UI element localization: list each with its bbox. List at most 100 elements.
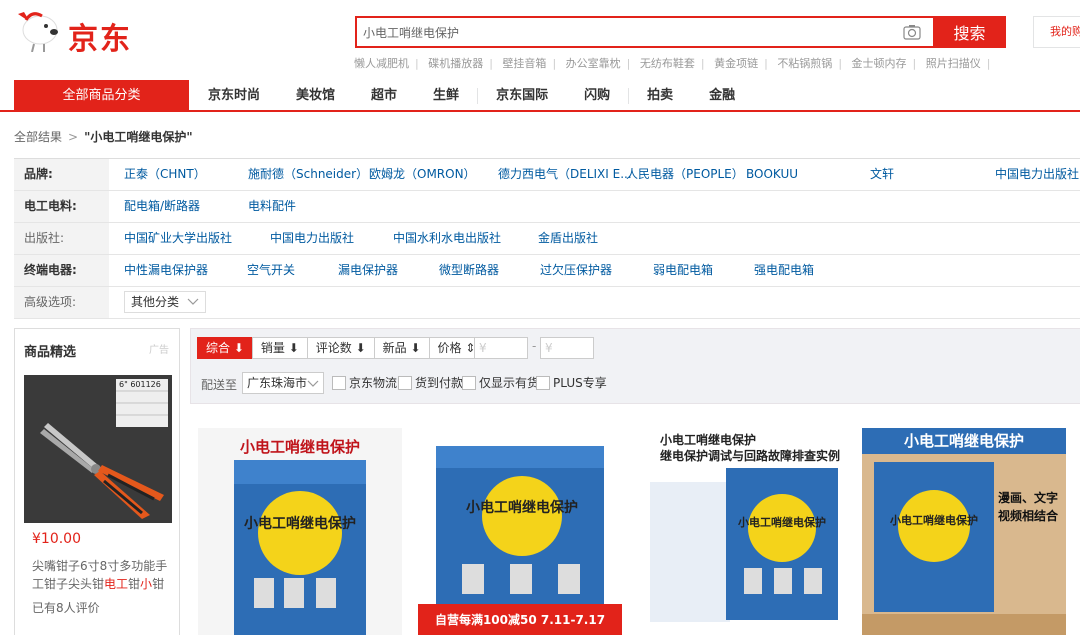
hotword[interactable]: 照片扫描仪 [926, 57, 981, 70]
hotword[interactable]: 黄金项链 [714, 57, 758, 70]
nav-items: 京东时尚 美妆馆 超市 生鲜 京东国际 闪购 拍卖 金融 [190, 80, 753, 112]
search-button[interactable]: 搜索 [933, 16, 1006, 48]
breadcrumb: 全部结果 > "小电工哨继电保护" [14, 128, 193, 145]
filter-label: 电工电料: [14, 191, 109, 222]
nav-item-flash-sale[interactable]: 闪购 [566, 88, 630, 104]
pliers-image: 6" 601126 [24, 375, 172, 523]
filter-option[interactable]: 中国水利水电出版社 [393, 223, 501, 254]
hotword[interactable]: 无纺布鞋套 [640, 57, 695, 70]
camera-icon[interactable] [903, 24, 921, 40]
hotword[interactable]: 懒人减肥机 [354, 57, 409, 70]
checkbox-label: 京东物流 [349, 376, 398, 390]
header: 京东 搜索 我的购物车 懒人减肥机 | 碟机播放器 | 壁挂音箱 | 办公室靠枕 | 无… [0, 0, 1080, 80]
jd-logistics-checkbox[interactable]: 京东物流 [332, 374, 397, 391]
checkbox-label: 仅显示有货 [479, 376, 540, 390]
nav-item-international[interactable]: 京东国际 [478, 80, 566, 112]
filter-option[interactable]: 过欠压保护器 [540, 255, 612, 286]
price-min-input[interactable]: ¥ [474, 337, 528, 359]
ad-image-caption: 6" 601126 [119, 380, 161, 389]
sort-buttons: 综合 ⬇ 销量 ⬇ 评论数 ⬇ 新品 ⬇ 价格 ⇕ [197, 337, 485, 359]
hotword[interactable]: 不粘锅煎锅 [777, 57, 832, 70]
filter-option[interactable]: 欧姆龙（OMRON） [369, 159, 476, 190]
filter-option[interactable]: 施耐德（Schneider） [248, 159, 368, 190]
filter-option[interactable]: BOOKUU [746, 159, 798, 190]
hotword-separator: | [415, 57, 419, 70]
filter-option[interactable]: 强电配电箱 [754, 255, 814, 286]
checkbox-label: PLUS专享 [553, 376, 607, 390]
product-card[interactable]: 小电工哨继电保护 小电工哨继电保护 漫画、文字 视频相结合 [862, 428, 1066, 635]
filter-label: 高级选项: [14, 287, 109, 318]
other-category-select[interactable]: 其他分类 [124, 291, 207, 313]
cart-button[interactable]: 我的购物车 [1033, 16, 1080, 48]
ad-price: ¥10.00 [32, 531, 81, 547]
filter-option[interactable]: 中国电力出版社 [270, 223, 354, 254]
featured-ad-panel: 商品精选 广告 6" 601126 ¥10.00 尖嘴钳子6寸8寸多功能手工钳子… [14, 328, 180, 635]
filter-option[interactable]: 电料配件 [248, 191, 296, 222]
sort-reviews-button[interactable]: 评论数 ⬇ [306, 337, 375, 359]
hotword[interactable]: 碟机播放器 [428, 57, 483, 70]
book-cover-title: 小电工哨继电保护 [466, 499, 578, 516]
breadcrumb-query: "小电工哨继电保护" [84, 130, 193, 144]
product-image: 小电工哨继电保护 小电工哨继电保护 漫画、文字 视频相结合 [862, 428, 1066, 635]
filter-option[interactable]: 弱电配电箱 [653, 255, 713, 286]
sort-new-button[interactable]: 新品 ⬇ [373, 337, 430, 359]
filter-option[interactable]: 文轩 [870, 159, 894, 190]
filter-row-terminal: 终端电器: 中性漏电保护器 空气开关 漏电保护器 微型断路器 过欠压保护器 弱电… [14, 255, 1080, 287]
nav-item-beauty[interactable]: 美妆馆 [278, 80, 353, 112]
hotword-separator: | [986, 57, 991, 70]
all-categories-button[interactable]: 全部商品分类 [14, 80, 189, 112]
hotword[interactable]: 金士顿内存 [852, 57, 907, 70]
checkbox-box [536, 375, 550, 390]
hotword-separator: | [838, 57, 843, 70]
filter-option[interactable]: 正泰（CHNT） [124, 159, 206, 190]
search-input[interactable] [363, 18, 893, 46]
filter-label: 终端电器: [14, 255, 109, 286]
nav-item-finance[interactable]: 金融 [691, 80, 753, 112]
product-card[interactable]: 小电工哨继电保护 小电工哨继电保护 [198, 428, 402, 635]
filter-option[interactable]: 微型断路器 [439, 255, 499, 286]
sort-sales-button[interactable]: 销量 ⬇ [251, 337, 308, 359]
filter-option[interactable]: 人民电器（PEOPLE） [626, 159, 744, 190]
hotword[interactable]: 壁挂音箱 [502, 57, 546, 70]
product-side-text-line1: 漫画、文字 [998, 490, 1058, 505]
deliver-location-select[interactable]: 广东珠海市 [242, 372, 324, 394]
product-side-text-line2: 视频相结合 [998, 508, 1059, 523]
product-banner-line2: 继电保护调试与回路故障排查实例 [660, 448, 840, 463]
filter-option[interactable]: 金盾出版社 [538, 223, 598, 254]
price-max-input[interactable]: ¥ [540, 337, 594, 359]
filter-option[interactable]: 配电箱/断路器 [124, 191, 200, 222]
product-card[interactable]: 小电工哨继电保护 自营每满100减50 7.11-7.17 [418, 428, 622, 635]
cod-checkbox[interactable]: 货到付款 [398, 374, 463, 391]
nav-item-auction[interactable]: 拍卖 [629, 80, 691, 112]
nav-item-supermarket[interactable]: 超市 [353, 80, 415, 112]
book-cover-title: 小电工哨继电保护 [244, 515, 356, 532]
ad-name-part: 钳 [128, 577, 141, 591]
product-card[interactable]: 小电工哨继电保护 继电保护调试与回路故障排查实例 小电工哨继电保护 [640, 428, 844, 635]
plus-checkbox[interactable]: PLUS专享 [536, 374, 607, 391]
filter-row-material: 电工电料: 配电箱/断路器 电料配件 [14, 191, 1080, 223]
filter-option[interactable]: 空气开关 [247, 255, 295, 286]
filter-option[interactable]: 中性漏电保护器 [124, 255, 208, 286]
hotword-separator: | [626, 57, 631, 70]
filter-option[interactable]: 漏电保护器 [338, 255, 398, 286]
jd-logo[interactable]: 京东 [14, 8, 154, 57]
deliver-location-value: 广东珠海市 [247, 376, 308, 390]
sort-comprehensive-button[interactable]: 综合 ⬇ [197, 337, 253, 359]
hotword-separator: | [700, 57, 705, 70]
nav-item-fashion[interactable]: 京东时尚 [190, 80, 278, 112]
filter-row-brand: 品牌: 正泰（CHNT） 施耐德（Schneider） 欧姆龙（OMRON） 德… [14, 159, 1080, 191]
hotword[interactable]: 办公室靠枕 [566, 57, 621, 70]
other-category-value: 其他分类 [131, 295, 180, 309]
filter-option[interactable]: 德力西电气（DELIXI E... [498, 159, 632, 190]
ad-product-image[interactable]: 6" 601126 [24, 375, 172, 523]
ad-name-highlight: 电工 [104, 577, 129, 591]
filter-option[interactable]: 中国电力出版社（ [995, 159, 1080, 190]
sort-bar: 综合 ⬇ 销量 ⬇ 评论数 ⬇ 新品 ⬇ 价格 ⇕ ¥ - ¥ 配送至 广东珠海… [190, 328, 1080, 404]
in-stock-checkbox[interactable]: 仅显示有货 [462, 374, 539, 391]
product-image: 小电工哨继电保护 小电工哨继电保护 [198, 428, 402, 635]
checkbox-label: 货到付款 [415, 376, 464, 390]
ad-product-name[interactable]: 尖嘴钳子6寸8寸多功能手工钳子尖头钳电工钳小钳 [32, 557, 172, 593]
filter-option[interactable]: 中国矿业大学出版社 [124, 223, 232, 254]
breadcrumb-all[interactable]: 全部结果 [14, 130, 62, 144]
nav-item-fresh[interactable]: 生鲜 [415, 88, 479, 104]
